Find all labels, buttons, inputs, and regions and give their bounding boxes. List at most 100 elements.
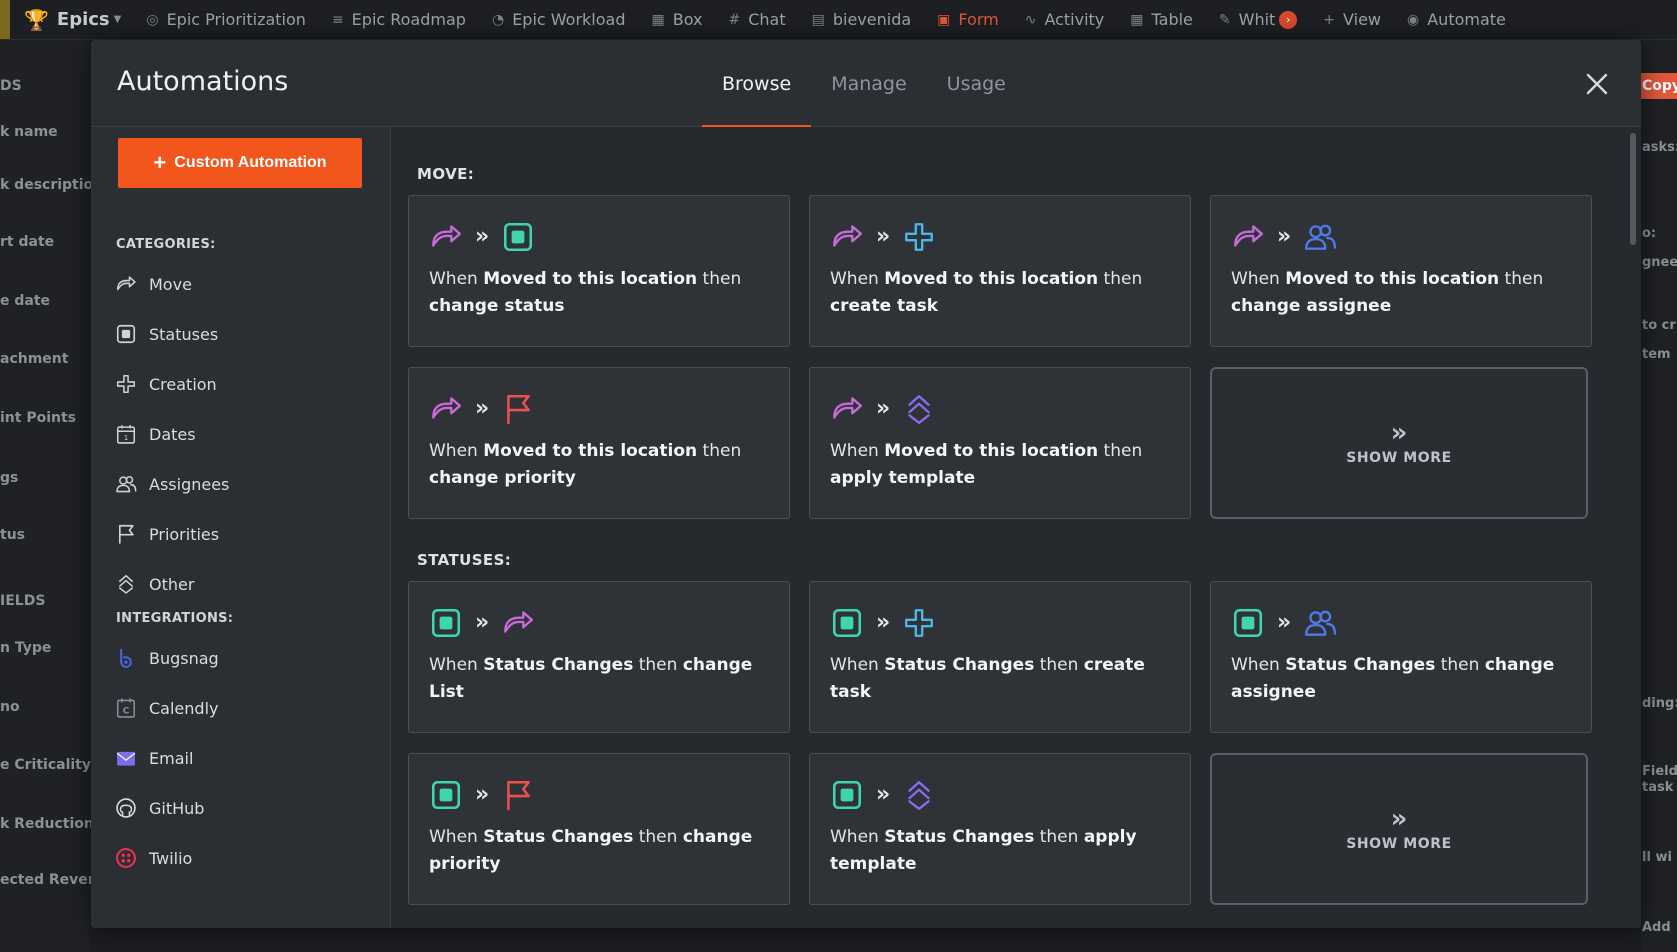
view-tab-chat[interactable]: # Chat xyxy=(715,0,798,39)
status-icon xyxy=(115,323,137,345)
priority-icon xyxy=(501,778,535,812)
sidebar-item-calendly[interactable]: C Calendly xyxy=(115,693,218,723)
creation-icon xyxy=(115,373,137,395)
scroll-right-icon[interactable]: › xyxy=(1279,10,1298,29)
move-icon xyxy=(830,220,864,254)
automation-template-card[interactable]: » When Moved to this location then creat… xyxy=(809,195,1191,347)
sidebar-item-email[interactable]: Email xyxy=(115,743,193,773)
form-icon: ▣ xyxy=(937,11,951,28)
sidebar-item-statuses[interactable]: Statuses xyxy=(115,319,218,349)
show-more-button[interactable]: » SHOW MORE xyxy=(1210,367,1588,519)
sidebar-item-other[interactable]: Other xyxy=(115,569,194,599)
view-tab-automate[interactable]: ◉ Automate xyxy=(1394,0,1519,39)
view-tab-table[interactable]: ▦ Table xyxy=(1117,0,1206,39)
double-chevron-right-icon: » xyxy=(475,782,490,807)
automation-template-card[interactable]: » When Moved to this location then apply… xyxy=(809,367,1191,519)
tab-usage[interactable]: Usage xyxy=(927,40,1026,127)
sidebar-item-priorities[interactable]: Priorities xyxy=(115,519,219,549)
view-tab-whit[interactable]: ✎ Whit › xyxy=(1206,0,1310,39)
view-tab-epic-roadmap[interactable]: ≡ Epic Roadmap xyxy=(319,0,479,39)
automation-template-card[interactable]: » When Moved to this location then chang… xyxy=(408,195,790,347)
automation-template-card[interactable]: » When Status Changes then create task xyxy=(809,581,1191,733)
desc-when: When xyxy=(429,655,478,675)
view-tab-activity[interactable]: ∿ Activity xyxy=(1012,0,1118,39)
workspace-logo[interactable] xyxy=(0,0,10,39)
desc-when: When xyxy=(830,655,879,675)
custom-automation-label: Custom Automation xyxy=(174,154,327,171)
automation-template-card[interactable]: » When Status Changes then change priori… xyxy=(408,753,790,905)
desc-trigger: Status Changes xyxy=(483,827,634,847)
background-field-label: e Criticality xyxy=(0,757,91,773)
other-icon xyxy=(115,573,137,595)
sidebar-item-assignees[interactable]: Assignees xyxy=(115,469,229,499)
background-panel-label: Field xyxy=(1642,764,1677,779)
desc-then: then xyxy=(702,269,742,289)
automation-template-card[interactable]: » When Status Changes then apply templat… xyxy=(809,753,1191,905)
show-more-label: SHOW MORE xyxy=(1346,450,1452,466)
background-field-label: e date xyxy=(0,293,51,309)
sidebar-item-move[interactable]: Move xyxy=(115,269,192,299)
integrations-heading: INTEGRATIONS: xyxy=(116,611,234,626)
double-chevron-right-icon: » xyxy=(475,224,490,249)
sidebar-item-dates[interactable]: 1 Dates xyxy=(115,419,196,449)
view-tab-bievenida[interactable]: ▤ bievenida xyxy=(799,0,925,39)
sidebar-item-label: Dates xyxy=(149,424,196,444)
tab-manage[interactable]: Manage xyxy=(811,40,926,127)
background-field-label: k Reduction xyxy=(0,816,91,832)
desc-then: then xyxy=(1039,827,1079,847)
automation-template-card[interactable]: » When Moved to this location then chang… xyxy=(408,367,790,519)
close-button[interactable] xyxy=(1583,70,1611,98)
double-chevron-right-icon: » xyxy=(1390,804,1408,834)
whiteboard-icon: ✎ xyxy=(1218,11,1231,28)
hash-icon: # xyxy=(728,11,741,28)
automation-icons: » xyxy=(1231,606,1337,640)
background-panel-label: Add xyxy=(1642,920,1671,935)
chevron-down-icon[interactable]: ▼ xyxy=(114,14,122,25)
view-tab-label: Activity xyxy=(1044,10,1105,29)
sidebar-item-label: Email xyxy=(149,748,194,768)
bugsnag-icon xyxy=(115,647,137,669)
sidebar-item-label: Twilio xyxy=(149,848,193,868)
move-icon xyxy=(429,392,463,426)
desc-trigger: Moved to this location xyxy=(884,269,1099,289)
background-field-label: rt date xyxy=(0,234,55,250)
view-tab-form[interactable]: ▣ Form xyxy=(924,0,1012,39)
automation-template-card[interactable]: » When Status Changes then change List xyxy=(408,581,790,733)
sidebar-item-twilio[interactable]: Twilio xyxy=(115,843,192,873)
automation-description: When Moved to this location then change … xyxy=(429,266,771,320)
top-navigation-bar: 🏆 Epics ▼ ◎ Epic Prioritization ≡ Epic Road… xyxy=(0,0,1677,40)
view-tab-label: Whit xyxy=(1238,10,1276,29)
sidebar-item-creation[interactable]: Creation xyxy=(115,369,217,399)
desc-then: then xyxy=(638,655,678,675)
automation-icons: » xyxy=(830,220,936,254)
sidebar-item-github[interactable]: GitHub xyxy=(115,793,204,823)
view-tab-box[interactable]: ▦ Box xyxy=(639,0,716,39)
background-field-label: tus xyxy=(0,527,25,543)
tab-browse[interactable]: Browse xyxy=(702,40,812,128)
automation-icons: » xyxy=(830,392,936,426)
automations-modal: Automations Browse Manage Usage + Custom A… xyxy=(91,40,1641,928)
desc-then: then xyxy=(638,827,678,847)
view-tab-epic-prioritization[interactable]: ◎ Epic Prioritization xyxy=(133,0,319,39)
table-icon: ▦ xyxy=(1130,11,1144,28)
space-name[interactable]: Epics xyxy=(57,9,110,30)
view-tab-label: Chat xyxy=(748,10,786,29)
sidebar-item-bugsnag[interactable]: Bugsnag xyxy=(115,643,219,673)
automation-description: When Status Changes then change List xyxy=(429,652,771,706)
background-field-label: k name xyxy=(0,124,58,140)
double-chevron-right-icon: » xyxy=(876,224,891,249)
show-more-button[interactable]: » SHOW MORE xyxy=(1210,753,1588,905)
view-tab-epic-workload[interactable]: ◔ Epic Workload xyxy=(479,0,639,39)
copy-button[interactable]: Copy xyxy=(1640,73,1677,99)
automation-template-card[interactable]: » When Status Changes then change assign… xyxy=(1210,581,1592,733)
automation-template-card[interactable]: » When Moved to this location then chang… xyxy=(1210,195,1592,347)
categories-heading: CATEGORIES: xyxy=(116,237,216,252)
workload-icon: ◔ xyxy=(491,11,505,28)
view-tab-view[interactable]: + View xyxy=(1310,0,1394,39)
view-tab-label: View xyxy=(1343,10,1382,29)
custom-automation-button[interactable]: + Custom Automation xyxy=(118,138,362,188)
desc-when: When xyxy=(830,269,879,289)
desc-trigger: Moved to this location xyxy=(1285,269,1500,289)
scrollbar[interactable] xyxy=(1630,133,1636,245)
view-tab-label: Form xyxy=(958,10,999,29)
